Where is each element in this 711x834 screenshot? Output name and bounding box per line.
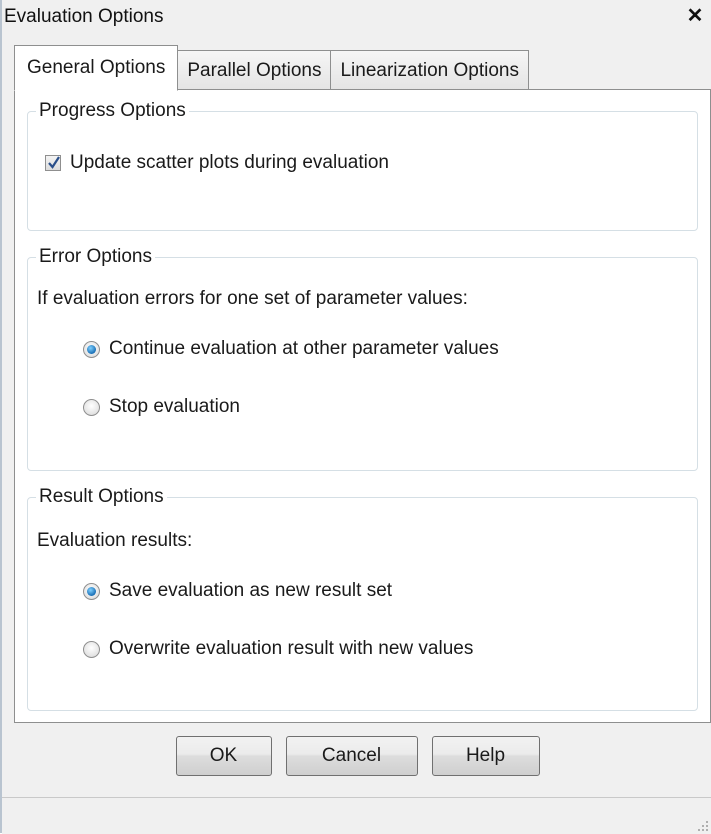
save-new-result-set-label: Save evaluation as new result set <box>109 580 393 601</box>
update-scatter-plots-checkbox[interactable] <box>45 155 61 171</box>
tab-linearization-options[interactable]: Linearization Options <box>330 50 529 90</box>
evaluation-options-dialog: Evaluation Options ✕ General Options Par… <box>0 0 711 834</box>
general-options-panel: Progress Options Update scatter plots du… <box>14 89 711 723</box>
status-bar <box>2 797 711 834</box>
stop-evaluation-radio[interactable] <box>83 398 100 416</box>
result-options-legend: Result Options <box>39 486 164 507</box>
save-new-result-set-option[interactable]: Save evaluation as new result set <box>83 580 392 602</box>
tab-strip: General Options Parallel Options Lineari… <box>14 44 529 91</box>
continue-evaluation-option[interactable]: Continue evaluation at other parameter v… <box>83 338 499 360</box>
overwrite-result-radio[interactable] <box>83 640 100 658</box>
update-scatter-plots-option[interactable]: Update scatter plots during evaluation <box>45 152 389 174</box>
window-title: Evaluation Options <box>4 6 164 27</box>
close-icon[interactable]: ✕ <box>683 4 707 28</box>
overwrite-result-label: Overwrite evaluation result with new val… <box>109 638 474 659</box>
tab-parallel-options[interactable]: Parallel Options <box>177 50 332 90</box>
save-new-result-set-radio[interactable] <box>83 582 100 600</box>
error-options-prompt-row: If evaluation errors for one set of para… <box>37 288 468 310</box>
result-options-prompt-row: Evaluation results: <box>37 530 192 552</box>
resize-grip-icon[interactable] <box>695 818 709 832</box>
update-scatter-plots-label: Update scatter plots during evaluation <box>70 152 389 173</box>
result-options-prompt: Evaluation results: <box>37 530 193 551</box>
tab-label: Linearization Options <box>340 59 519 81</box>
continue-evaluation-radio[interactable] <box>83 340 100 358</box>
stop-evaluation-label: Stop evaluation <box>109 396 240 417</box>
error-options-prompt: If evaluation errors for one set of para… <box>37 288 468 309</box>
tab-general-options[interactable]: General Options <box>14 45 179 91</box>
help-button[interactable]: Help <box>431 736 540 776</box>
checkmark-icon <box>48 156 60 169</box>
stop-evaluation-option[interactable]: Stop evaluation <box>83 396 240 418</box>
progress-options-legend: Progress Options <box>39 100 186 121</box>
continue-evaluation-label: Continue evaluation at other parameter v… <box>109 338 499 359</box>
error-options-legend: Error Options <box>39 246 152 267</box>
title-bar: Evaluation Options ✕ <box>2 0 711 34</box>
dialog-buttons: OK Cancel Help <box>2 736 711 776</box>
ok-button[interactable]: OK <box>175 736 272 776</box>
cancel-button[interactable]: Cancel <box>285 736 418 776</box>
overwrite-result-option[interactable]: Overwrite evaluation result with new val… <box>83 638 473 660</box>
tab-label: Parallel Options <box>187 59 322 81</box>
tab-label: General Options <box>27 57 166 78</box>
